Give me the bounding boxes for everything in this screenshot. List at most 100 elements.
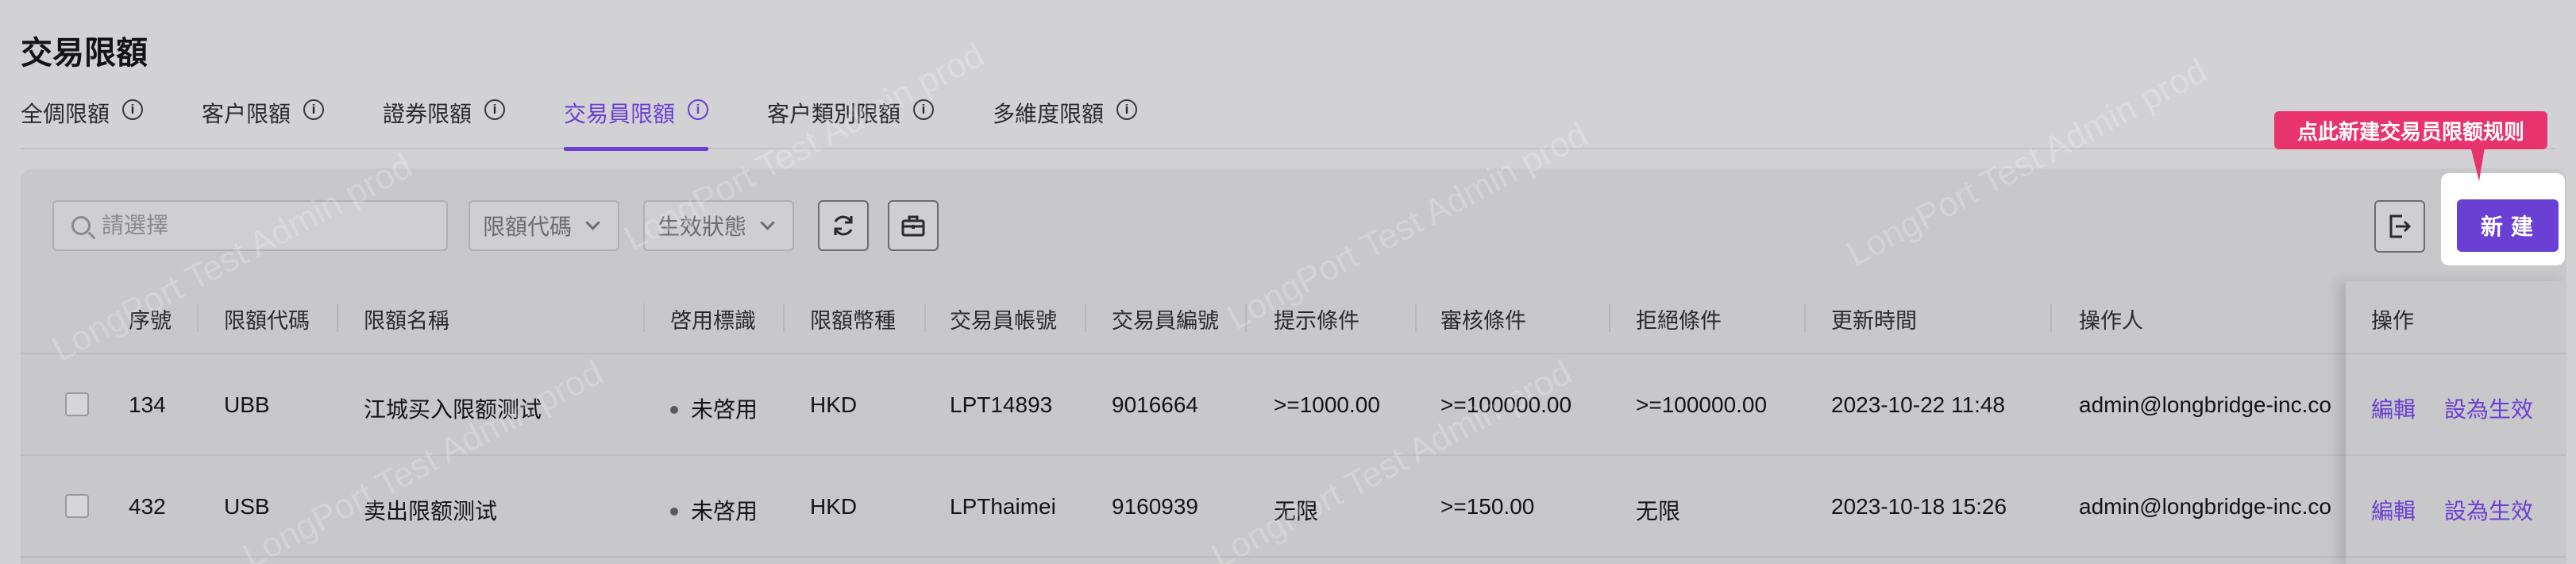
- column-header: 更新時間: [1831, 309, 1917, 333]
- review-cell: >=100000.00: [1440, 392, 1572, 417]
- chevron-down-icon: [585, 214, 600, 230]
- status-cell: 未啓用: [670, 392, 758, 424]
- limit-code-select[interactable]: 限額代碼: [469, 200, 619, 251]
- column-divider: [1245, 303, 1247, 332]
- tab-customer-category-limits[interactable]: 客户類別限額 i: [767, 94, 935, 149]
- reject-cell: 无限: [1636, 499, 1681, 523]
- table-header: 序號 限額代碼 限額名稱 啓用標識 限額幣種 交易員帳號 交易員編號 提示條件 …: [21, 281, 2566, 354]
- column-divider: [1085, 303, 1086, 332]
- refresh-icon: [834, 215, 853, 236]
- prompt-cell: 无限: [1274, 499, 1319, 523]
- actions-column: 操作 編輯 設為生效 編輯 設為生效: [2346, 281, 2566, 564]
- trader-no-cell: 9016664: [1112, 392, 1199, 417]
- column-header: 啓用標識: [670, 309, 756, 333]
- seq-cell: 432: [129, 494, 166, 519]
- info-icon[interactable]: i: [303, 99, 325, 120]
- review-cell: >=150.00: [1440, 494, 1535, 519]
- column-divider: [1415, 303, 1417, 332]
- activate-link[interactable]: 設為生效: [2444, 392, 2533, 424]
- column-divider: [337, 303, 338, 332]
- column-header: 限額名稱: [364, 309, 449, 333]
- tab-customer-limits[interactable]: 客户限額 i: [202, 94, 325, 149]
- search-icon: [71, 216, 91, 235]
- column-header: 限額代碼: [224, 309, 310, 333]
- status-select[interactable]: 生效狀態: [643, 200, 794, 251]
- column-divider: [783, 303, 785, 332]
- search-input[interactable]: [102, 213, 419, 238]
- tab-bar: 全倜限額 i 客户限額 i 證券限額 i 交易員限額 i 客户類別限額 i 多維…: [21, 94, 2555, 151]
- operator-cell: admin@longbridge-inc.co: [2079, 392, 2331, 417]
- column-divider: [643, 303, 645, 332]
- column-header: 操作人: [2079, 309, 2143, 333]
- edit-link[interactable]: 編輯: [2371, 494, 2416, 526]
- tab-all-limits[interactable]: 全倜限額 i: [21, 94, 144, 149]
- code-cell: USB: [224, 494, 270, 519]
- status-dot-icon: [670, 507, 678, 516]
- edit-link[interactable]: 編輯: [2371, 392, 2416, 424]
- column-divider: [1804, 303, 1806, 332]
- export-icon: [2389, 214, 2412, 238]
- tab-label: 客户限額: [202, 102, 291, 126]
- tab-security-limits[interactable]: 證券限額 i: [383, 94, 506, 149]
- actions-cell: 編輯 設為生效: [2346, 354, 2566, 456]
- operator-cell: admin@longbridge-inc.co: [2079, 494, 2331, 519]
- table-row: 432 USB 卖出限额测试 未啓用 HKD LPThaimei 9160939…: [21, 456, 2566, 558]
- actions-header: 操作: [2346, 281, 2566, 354]
- content-panel: 限額代碼 生效狀態 序號 限額代碼 限額名稱: [21, 168, 2566, 564]
- chevron-down-icon: [760, 214, 775, 230]
- row-checkbox[interactable]: [65, 494, 89, 518]
- column-divider: [197, 303, 199, 332]
- new-rule-callout: 点此新建交易员限额规则: [2274, 111, 2547, 149]
- tab-trader-limits[interactable]: 交易員限額 i: [564, 94, 709, 151]
- search-field[interactable]: [52, 200, 448, 251]
- prompt-cell: >=1000.00: [1274, 392, 1380, 417]
- column-divider: [1609, 303, 1610, 332]
- seq-cell: 134: [129, 392, 166, 417]
- info-icon[interactable]: i: [1116, 99, 1138, 120]
- limit-code-select-label: 限額代碼: [483, 214, 573, 239]
- actions-cell: 編輯 設為生效: [2346, 456, 2566, 558]
- tab-label: 交易員限額: [564, 102, 676, 126]
- row-checkbox[interactable]: [65, 392, 89, 416]
- column-header: 交易員編號: [1112, 309, 1219, 333]
- tab-label: 全倜限額: [21, 102, 110, 126]
- name-cell: 卖出限额测试: [364, 499, 498, 523]
- column-header: 限額幣種: [810, 309, 896, 333]
- info-icon[interactable]: i: [913, 99, 935, 120]
- status-text: 未啓用: [691, 499, 758, 523]
- column-header: 交易員帳號: [950, 309, 1057, 333]
- info-icon[interactable]: i: [122, 99, 144, 120]
- clear-filter-button[interactable]: [888, 200, 939, 251]
- info-icon[interactable]: i: [484, 99, 506, 120]
- status-cell: 未啓用: [670, 494, 758, 526]
- status-select-label: 生效狀態: [657, 214, 747, 239]
- account-cell: LPT14893: [950, 392, 1053, 417]
- currency-cell: HKD: [810, 392, 858, 417]
- reject-cell: >=100000.00: [1636, 392, 1768, 417]
- activate-link[interactable]: 設為生效: [2444, 494, 2533, 526]
- status-dot-icon: [670, 405, 678, 414]
- export-button[interactable]: [2374, 200, 2425, 253]
- refresh-button[interactable]: [818, 200, 869, 251]
- column-header: 拒絕條件: [1636, 309, 1722, 333]
- account-cell: LPThaimei: [950, 494, 1056, 519]
- tab-label: 多維度限額: [993, 102, 1105, 126]
- info-icon[interactable]: i: [688, 99, 709, 120]
- briefcase-icon: [901, 215, 925, 237]
- tab-multi-dimension-limits[interactable]: 多維度限額 i: [993, 94, 1138, 149]
- page-title: 交易限額: [21, 36, 148, 71]
- code-cell: UBB: [224, 392, 270, 417]
- name-cell: 江城买入限额测试: [364, 397, 542, 422]
- tab-label: 證券限額: [383, 102, 472, 126]
- tab-label: 客户類別限額: [767, 102, 901, 126]
- column-header: 提示條件: [1274, 309, 1359, 333]
- table-row: 134 UBB 江城买入限额测试 未啓用 HKD LPT14893 901666…: [21, 354, 2566, 456]
- column-header: 審核條件: [1440, 309, 1526, 333]
- currency-cell: HKD: [810, 494, 858, 519]
- column-divider: [2050, 303, 2052, 332]
- column-divider: [924, 303, 926, 332]
- status-text: 未啓用: [691, 397, 758, 422]
- column-header: 操作: [2371, 309, 2414, 333]
- trader-no-cell: 9160939: [1112, 494, 1199, 519]
- new-button[interactable]: 新建: [2457, 199, 2559, 252]
